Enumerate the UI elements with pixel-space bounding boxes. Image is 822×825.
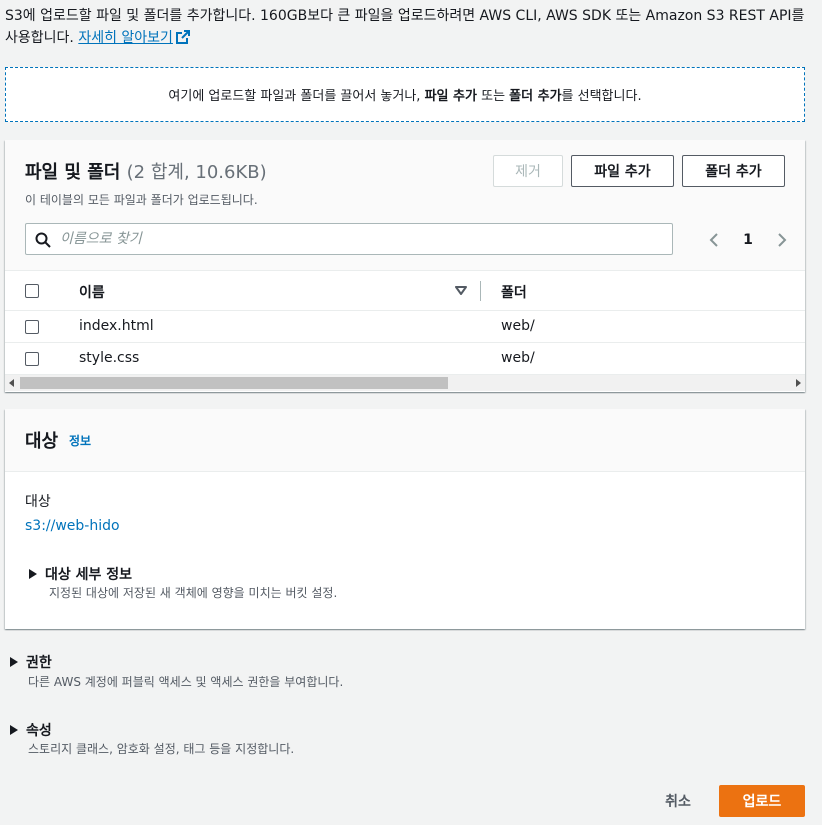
column-header-name[interactable]: 이름 [79, 282, 105, 302]
destination-title: 대상 [25, 431, 59, 452]
files-panel-subtitle: 이 테이블의 모든 파일과 폴더가 업로드됩니다. [25, 193, 258, 207]
permissions-title: 권한 [26, 655, 52, 671]
upload-button[interactable]: 업로드 [719, 785, 805, 817]
external-link-icon [175, 30, 190, 44]
destination-label: 대상 [25, 494, 51, 510]
properties-title: 속성 [26, 723, 52, 739]
search-icon [35, 232, 51, 248]
add-files-button[interactable]: 파일 추가 [571, 155, 674, 187]
destination-info-link[interactable]: 정보 [69, 432, 91, 449]
files-and-folders-panel: 파일 및 폴더 (2 합계, 10.6KB) 이 테이블의 모든 파일과 폴더가… [5, 140, 805, 392]
intro-text: S3에 업로드할 파일 및 폴더를 추가합니다. 160GB보다 큰 파일을 업… [5, 5, 815, 49]
row-checkbox[interactable] [25, 352, 39, 366]
dropzone-text-3: 를 선택합니다. [561, 89, 642, 104]
row-file-name: index.html [79, 318, 154, 334]
row-file-name: style.css [79, 350, 140, 366]
row-folder: web/ [501, 350, 535, 366]
scroll-left-arrow-icon[interactable] [9, 379, 15, 387]
permissions-description: 다른 AWS 계정에 퍼블릭 액세스 및 액세스 권한을 부여합니다. [28, 675, 344, 689]
files-count: (2 합계, 10.6KB) [126, 162, 267, 183]
dropzone-bold-add-files: 파일 추가 [424, 89, 477, 104]
table-row[interactable]: index.html web/ [5, 311, 805, 343]
destination-bucket-link[interactable]: s3://web-hido [25, 518, 120, 534]
destination-details-title: 대상 세부 정보 [45, 567, 133, 583]
destination-details-toggle[interactable]: 대상 세부 정보 [29, 564, 132, 584]
permissions-toggle[interactable]: 권한 [10, 652, 52, 672]
row-checkbox[interactable] [25, 320, 39, 334]
pagination: 1 [708, 230, 788, 250]
files-panel-title: 파일 및 폴더 (2 합계, 10.6KB) [25, 158, 267, 184]
page-number[interactable]: 1 [743, 232, 753, 248]
files-panel-header: 파일 및 폴더 (2 합계, 10.6KB) 이 테이블의 모든 파일과 폴더가… [5, 140, 805, 271]
properties-toggle[interactable]: 속성 [10, 720, 52, 740]
table-row[interactable]: style.css web/ [5, 343, 805, 375]
search-box [25, 223, 673, 255]
file-dropzone[interactable]: 여기에 업로드할 파일과 폴더를 끌어서 놓거나, 파일 추가 또는 폴더 추가… [5, 67, 805, 122]
caret-right-icon [29, 569, 37, 579]
row-folder: web/ [501, 318, 535, 334]
column-divider[interactable] [480, 281, 481, 301]
cancel-button[interactable]: 취소 [648, 786, 708, 816]
select-all-checkbox[interactable] [25, 284, 39, 298]
sort-down-icon[interactable] [455, 286, 467, 296]
destination-details-description: 지정된 대상에 저장된 새 객체에 영향을 미치는 버킷 설정. [49, 586, 338, 600]
dropzone-text-1: 여기에 업로드할 파일과 폴더를 끌어서 놓거나, [168, 89, 421, 104]
destination-header: 대상 정보 [5, 409, 805, 472]
learn-more-label: 자세히 알아보기 [78, 30, 173, 46]
files-title-text: 파일 및 폴더 [25, 162, 121, 183]
dropzone-text-2: 또는 [481, 89, 506, 104]
search-input[interactable] [60, 229, 660, 249]
properties-description: 스토리지 클래스, 암호화 설정, 태그 등을 지정합니다. [28, 742, 295, 756]
table-header: 이름 폴더 [5, 271, 805, 311]
learn-more-link[interactable]: 자세히 알아보기 [78, 30, 190, 46]
remove-button[interactable]: 제거 [493, 155, 563, 187]
caret-right-icon [10, 725, 18, 735]
scrollbar-thumb[interactable] [20, 377, 448, 389]
add-folder-button[interactable]: 폴더 추가 [682, 155, 785, 187]
scroll-right-arrow-icon[interactable] [795, 379, 801, 387]
column-header-folder[interactable]: 폴더 [501, 282, 527, 302]
destination-panel: 대상 정보 대상 s3://web-hido 대상 세부 정보 지정된 대상에 … [5, 409, 805, 629]
caret-right-icon [10, 657, 18, 667]
chevron-right-icon[interactable] [776, 232, 788, 248]
chevron-left-icon[interactable] [708, 232, 720, 248]
dropzone-bold-add-folder: 폴더 추가 [509, 89, 562, 104]
horizontal-scrollbar[interactable] [5, 375, 805, 391]
